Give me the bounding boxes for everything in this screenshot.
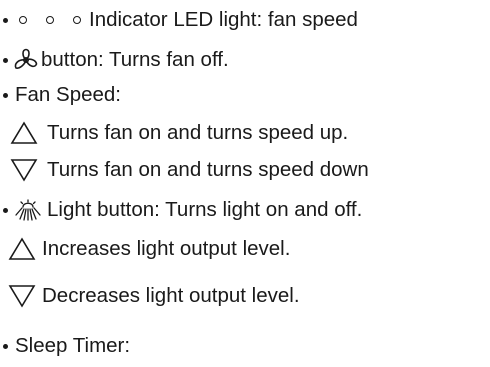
led-circle-icon (73, 16, 81, 25)
light-up-line: Increases light output level. (0, 237, 290, 261)
light-button-line: Light button: Turns light on and off. (0, 199, 362, 221)
sleep-timer-heading: Sleep Timer: (15, 334, 131, 357)
fan-off-text: button: Turns fan off. (41, 47, 229, 71)
light-icon (15, 199, 41, 221)
fan-speed-line: Fan Speed: (0, 83, 121, 106)
light-button-text: Light button: Turns light on and off. (47, 197, 363, 221)
light-up-text: Increases light output level. (42, 236, 291, 260)
light-down-text: Decreases light output level. (42, 283, 300, 307)
bullet (3, 92, 8, 98)
speed-up-text: Turns fan on and turns speed up. (47, 120, 349, 144)
fan-icon (14, 48, 38, 69)
bullet (3, 57, 8, 63)
sleep-timer-line: Sleep Timer: (0, 334, 131, 357)
led-circle-icon (46, 16, 54, 25)
triangle-up-icon (10, 121, 38, 144)
led-indicator-text: Indicator LED light: fan speed (89, 8, 358, 31)
bullet (3, 207, 8, 213)
speed-down-line: Turns fan on and turns speed down (0, 158, 369, 182)
triangle-up-icon (8, 237, 36, 260)
led-indicator-line: Indicator LED light: fan speed (0, 8, 358, 31)
bullet (3, 343, 8, 349)
light-down-line: Decreases light output level. (0, 284, 300, 308)
triangle-down-icon (10, 159, 38, 182)
speed-down-text: Turns fan on and turns speed down (47, 157, 369, 181)
led-circle-icon (19, 16, 27, 25)
speed-up-line: Turns fan on and turns speed up. (0, 121, 348, 145)
fan-off-line: button: Turns fan off. (0, 47, 229, 73)
bullet (3, 17, 8, 23)
triangle-down-icon (8, 285, 36, 308)
fan-speed-heading: Fan Speed: (15, 83, 121, 106)
